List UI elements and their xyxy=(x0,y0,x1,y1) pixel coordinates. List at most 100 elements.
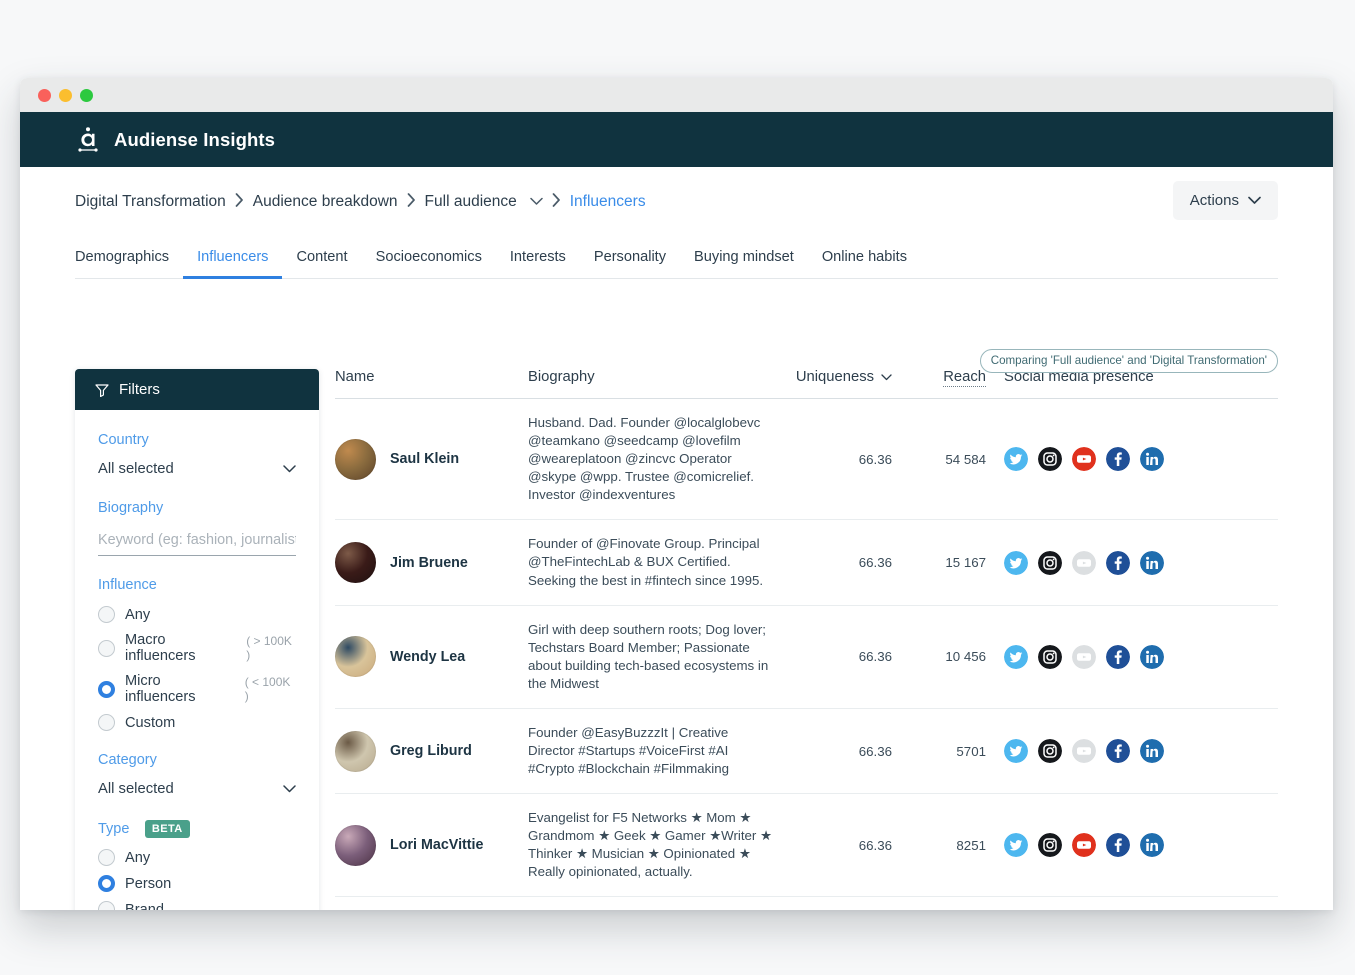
instagram-icon[interactable] xyxy=(1038,447,1062,471)
influencer-name[interactable]: Jim Bruene xyxy=(390,555,468,571)
beta-badge: BETA xyxy=(145,820,190,838)
breadcrumb-separator-icon xyxy=(235,193,244,211)
filter-group-type: Type BETA Any Person xyxy=(98,820,296,910)
twitter-icon[interactable] xyxy=(1004,551,1028,575)
table-row[interactable]: Greg Liburd Founder @EasyBuzzzIt | Creat… xyxy=(335,708,1278,793)
youtube-icon[interactable] xyxy=(1072,645,1096,669)
type-option-brand[interactable]: Brand xyxy=(98,901,296,910)
column-header-reach[interactable]: Reach xyxy=(908,369,986,399)
chevron-down-icon xyxy=(1248,192,1261,209)
table-header: Name Biography Uniqueness xyxy=(335,369,1278,399)
instagram-icon[interactable] xyxy=(1038,833,1062,857)
breadcrumb-item-project[interactable]: Digital Transformation xyxy=(75,193,226,211)
type-option-any[interactable]: Any xyxy=(98,849,296,866)
column-header-uniqueness[interactable]: Uniqueness xyxy=(778,369,908,399)
tab-demographics[interactable]: Demographics xyxy=(75,243,183,279)
biography-keyword-input[interactable] xyxy=(98,529,296,556)
influencer-name[interactable]: Wendy Lea xyxy=(390,649,465,665)
influence-option-micro[interactable]: Micro influencers ( < 100K ) xyxy=(98,673,296,705)
window-minimize-button[interactable] xyxy=(59,89,72,102)
breadcrumb-item-breakdown[interactable]: Audience breakdown xyxy=(253,193,398,211)
cell-name: Greg Liburd xyxy=(335,708,528,793)
facebook-icon[interactable] xyxy=(1106,447,1130,471)
table-row[interactable]: Jamie Notter Making "culture management"… xyxy=(335,897,1278,910)
cell-reach: 8251 xyxy=(908,794,986,897)
twitter-icon[interactable] xyxy=(1004,833,1028,857)
cell-uniqueness: 66.36 xyxy=(778,520,908,605)
cell-name: Jim Bruene xyxy=(335,520,528,605)
influencer-name[interactable]: Lori MacVittie xyxy=(390,837,483,853)
table-row[interactable]: Jim Bruene Founder of @Finovate Group. P… xyxy=(335,520,1278,605)
breadcrumb-separator-icon xyxy=(407,193,416,211)
table-body: Saul Klein Husband. Dad. Founder @localg… xyxy=(335,399,1278,911)
facebook-icon[interactable] xyxy=(1106,833,1130,857)
category-select[interactable]: All selected xyxy=(98,781,296,799)
influencer-name[interactable]: Greg Liburd xyxy=(390,743,472,759)
facebook-icon[interactable] xyxy=(1106,551,1130,575)
tab-online-habits[interactable]: Online habits xyxy=(808,243,921,279)
youtube-icon[interactable] xyxy=(1072,551,1096,575)
youtube-icon[interactable] xyxy=(1072,447,1096,471)
biography-label: Biography xyxy=(98,500,296,516)
linkedin-icon[interactable] xyxy=(1140,739,1164,763)
cell-name: Lori MacVittie xyxy=(335,794,528,897)
tab-buying-mindset[interactable]: Buying mindset xyxy=(680,243,808,279)
instagram-icon[interactable] xyxy=(1038,645,1062,669)
influence-option-any[interactable]: Any xyxy=(98,606,296,623)
actions-button[interactable]: Actions xyxy=(1173,181,1278,220)
audiense-logo-icon xyxy=(75,126,101,154)
type-any-label: Any xyxy=(125,850,150,866)
cell-biography: Founder @EasyBuzzzIt | Creative Director… xyxy=(528,708,778,793)
breadcrumb-item-influencers[interactable]: Influencers xyxy=(570,193,646,211)
avatar xyxy=(335,731,376,772)
youtube-icon[interactable] xyxy=(1072,739,1096,763)
table-row[interactable]: Lori MacVittie Evangelist for F5 Network… xyxy=(335,794,1278,897)
twitter-icon[interactable] xyxy=(1004,645,1028,669)
breadcrumb-audience-caret-icon[interactable] xyxy=(526,193,543,211)
instagram-icon[interactable] xyxy=(1038,739,1062,763)
tab-content[interactable]: Content xyxy=(282,243,361,279)
facebook-icon[interactable] xyxy=(1106,739,1130,763)
table-row[interactable]: Wendy Lea Girl with deep southern roots;… xyxy=(335,605,1278,708)
tab-personality[interactable]: Personality xyxy=(580,243,680,279)
influence-option-custom[interactable]: Custom xyxy=(98,714,296,731)
tab-interests[interactable]: Interests xyxy=(496,243,580,279)
cell-biography: Founder of @Finovate Group. Principal @T… xyxy=(528,520,778,605)
influence-macro-range: ( > 100K ) xyxy=(246,634,296,662)
chevron-down-icon xyxy=(283,781,296,797)
tab-socioeconomics[interactable]: Socioeconomics xyxy=(362,243,496,279)
linkedin-icon[interactable] xyxy=(1140,447,1164,471)
app-title: Audiense Insights xyxy=(114,129,275,151)
table-row[interactable]: Saul Klein Husband. Dad. Founder @localg… xyxy=(335,399,1278,520)
influencers-table-container: Name Biography Uniqueness xyxy=(335,369,1278,910)
cell-biography: Making "culture management" a thing. Exp… xyxy=(528,897,778,910)
avatar xyxy=(335,825,376,866)
twitter-icon[interactable] xyxy=(1004,447,1028,471)
twitter-icon[interactable] xyxy=(1004,739,1028,763)
window-maximize-button[interactable] xyxy=(80,89,93,102)
influence-option-macro[interactable]: Macro influencers ( > 100K ) xyxy=(98,632,296,664)
cell-biography: Evangelist for F5 Networks ★ Mom ★ Grand… xyxy=(528,794,778,897)
influencer-name[interactable]: Saul Klein xyxy=(390,451,459,467)
cell-social xyxy=(986,399,1278,520)
cell-name: Wendy Lea xyxy=(335,605,528,708)
filter-group-influence: Influence Any Macro influencers ( > 100K… xyxy=(98,577,296,731)
page-content: Digital Transformation Audience breakdow… xyxy=(20,167,1333,910)
cell-reach: 10 456 xyxy=(908,605,986,708)
linkedin-icon[interactable] xyxy=(1140,833,1164,857)
column-header-biography: Biography xyxy=(528,369,778,399)
social-icons xyxy=(1004,833,1278,857)
country-select[interactable]: All selected xyxy=(98,461,296,479)
cell-name: Saul Klein xyxy=(335,399,528,520)
type-option-person[interactable]: Person xyxy=(98,875,296,892)
window-close-button[interactable] xyxy=(38,89,51,102)
reach-label: Reach xyxy=(943,369,986,387)
youtube-icon[interactable] xyxy=(1072,833,1096,857)
linkedin-icon[interactable] xyxy=(1140,645,1164,669)
instagram-icon[interactable] xyxy=(1038,551,1062,575)
tab-influencers[interactable]: Influencers xyxy=(183,243,282,279)
facebook-icon[interactable] xyxy=(1106,645,1130,669)
linkedin-icon[interactable] xyxy=(1140,551,1164,575)
breadcrumb-item-audience[interactable]: Full audience xyxy=(425,193,517,211)
country-label: Country xyxy=(98,432,296,448)
